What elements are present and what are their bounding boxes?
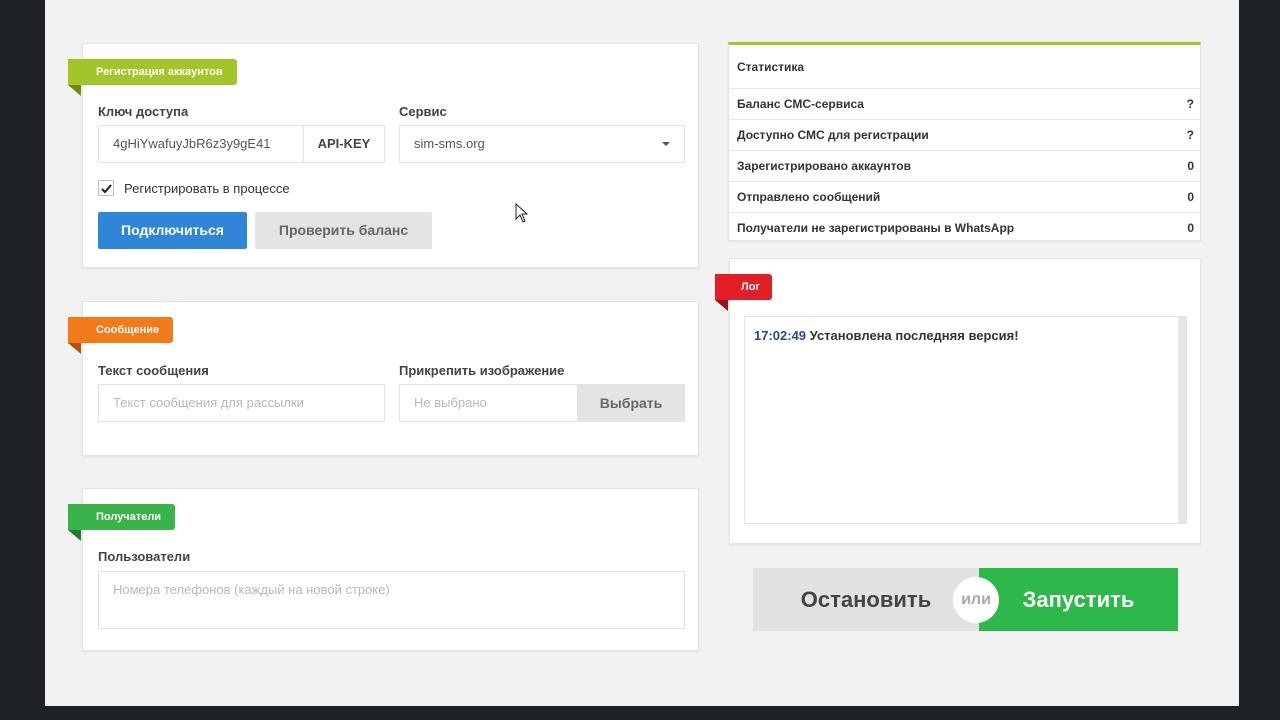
log-panel: Лог 17:02:49 Установлена последняя верси… (715, 258, 1201, 544)
access-key-label: Ключ доступа (98, 104, 189, 119)
registration-ribbon: Регистрация аккаунтов (68, 59, 237, 96)
app-frame: Регистрация аккаунтов Ключ доступа 4gHiY… (45, 0, 1239, 706)
stat-value: 0 (1187, 221, 1194, 235)
log-output[interactable]: 17:02:49 Установлена последняя версия! (744, 316, 1187, 524)
log-entry-time: 17:02:49 (754, 328, 807, 343)
stat-row: Отправлено сообщений 0 (729, 181, 1200, 212)
choose-file-button[interactable]: Выбрать (577, 384, 685, 422)
attach-image-field[interactable]: Не выбрано (399, 384, 579, 422)
stat-value: ? (1186, 97, 1194, 111)
log-entry-text: Установлена последняя версия! (809, 328, 1019, 343)
service-select-value: sim-sms.org (414, 136, 485, 151)
or-divider: или (953, 577, 999, 623)
recipients-ribbon: Получатели (68, 504, 176, 541)
attach-image-label: Прикрепить изображение (399, 363, 565, 378)
stat-key: Отправлено сообщений (737, 190, 881, 204)
register-checkbox[interactable] (98, 180, 114, 196)
stat-value: ? (1186, 128, 1194, 142)
message-ribbon: Сообщение (68, 317, 174, 354)
chevron-down-icon (662, 142, 670, 146)
service-select[interactable]: sim-sms.org (399, 125, 685, 163)
stat-row: Получатели не зарегистрированы в WhatsAp… (729, 212, 1200, 243)
stat-value: 0 (1187, 190, 1194, 204)
message-text-input[interactable]: Текст сообщения для рассылки (98, 384, 385, 422)
registration-panel: Регистрация аккаунтов Ключ доступа 4gHiY… (68, 43, 699, 268)
recipients-panel: Получатели Пользователи Номера телефонов… (68, 488, 699, 651)
users-label: Пользователи (98, 549, 191, 564)
stat-key: Доступно СМС для регистрации (737, 128, 929, 142)
stat-row: Доступно СМС для регистрации ? (729, 119, 1200, 150)
stat-key: Зарегистрировано аккаунтов (737, 159, 911, 173)
mouse-cursor-icon (515, 203, 529, 223)
stat-key: Баланс СМС-сервиса (737, 97, 864, 111)
start-button[interactable]: Запустить (979, 568, 1178, 631)
stop-button[interactable]: Остановить (753, 568, 979, 631)
stat-key: Получатели не зарегистрированы в WhatsAp… (737, 221, 1015, 235)
service-label: Сервис (399, 104, 447, 119)
connect-button[interactable]: Подключиться (98, 212, 247, 249)
statistics-panel: Статистика Баланс СМС-сервиса ? Доступно… (728, 42, 1201, 241)
message-panel: Сообщение Текст сообщения Текст сообщени… (68, 301, 699, 456)
stat-row: Баланс СМС-сервиса ? (729, 88, 1200, 119)
log-ribbon: Лог (715, 274, 773, 311)
statistics-title: Статистика (737, 60, 805, 74)
register-checkbox-label: Регистрировать в процессе (124, 181, 290, 196)
stat-value: 0 (1187, 159, 1194, 173)
log-scrollbar[interactable] (1178, 317, 1186, 523)
users-textarea[interactable]: Номера телефонов (каждый на новой строке… (98, 571, 685, 629)
api-key-addon: API-KEY (304, 125, 385, 163)
access-key-input[interactable]: 4gHiYwafuyJbR6z3y9gE41 (98, 125, 304, 163)
check-balance-button[interactable]: Проверить баланс (255, 212, 432, 249)
check-icon (101, 184, 112, 194)
stat-row: Зарегистрировано аккаунтов 0 (729, 150, 1200, 181)
message-text-label: Текст сообщения (98, 363, 209, 378)
log-entry: 17:02:49 Установлена последняя версия! (754, 328, 1019, 343)
